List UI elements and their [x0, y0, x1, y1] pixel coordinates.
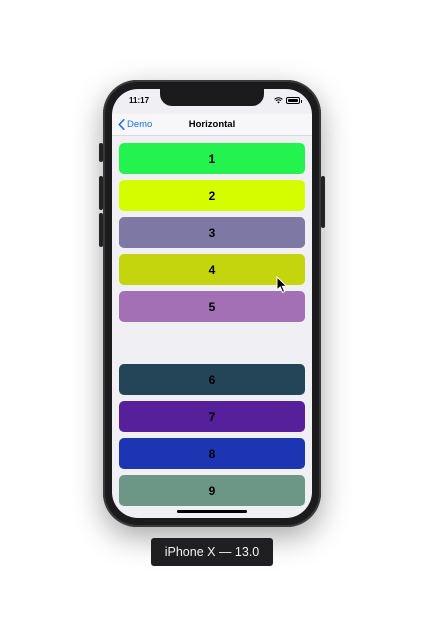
list-item-label: 7	[208, 409, 216, 424]
power-button	[321, 176, 325, 228]
device-label: iPhone X — 13.0	[151, 538, 273, 566]
list-item[interactable]: 9	[119, 475, 305, 506]
list-item[interactable]: 2	[119, 180, 305, 211]
home-indicator[interactable]	[177, 510, 247, 513]
list-item[interactable]: 6	[119, 364, 305, 395]
list-item-label: 8	[208, 446, 216, 461]
list-item-label: 1	[208, 151, 216, 166]
status-icons	[274, 97, 302, 104]
navigation-bar: Demo Horizontal	[112, 114, 312, 136]
list-item[interactable]: 3	[119, 217, 305, 248]
list-item[interactable]: 1	[119, 143, 305, 174]
wifi-icon	[274, 97, 283, 104]
list-item-label: 6	[208, 372, 216, 387]
status-time: 11:17	[129, 96, 150, 105]
list-item-label: 2	[208, 188, 216, 203]
list-item-label: 9	[208, 483, 216, 498]
list-item-label: 4	[208, 262, 216, 277]
list-item[interactable]: 5	[119, 291, 305, 322]
notch	[160, 89, 264, 106]
list-item-label: 3	[208, 225, 216, 240]
collection-view[interactable]: 1 2 3 4 5 6 7 8 9	[112, 137, 312, 518]
battery-icon	[286, 97, 302, 104]
list-item-label: 5	[208, 299, 216, 314]
mouse-cursor-icon	[276, 276, 288, 294]
nav-title: Horizontal	[188, 119, 236, 130]
list-item[interactable]: 7	[119, 401, 305, 432]
list-item[interactable]: 8	[119, 438, 305, 469]
phone-screen: 11:17 Demo Horizontal 1 2 3 4 5 6 7 8 9	[112, 89, 312, 518]
